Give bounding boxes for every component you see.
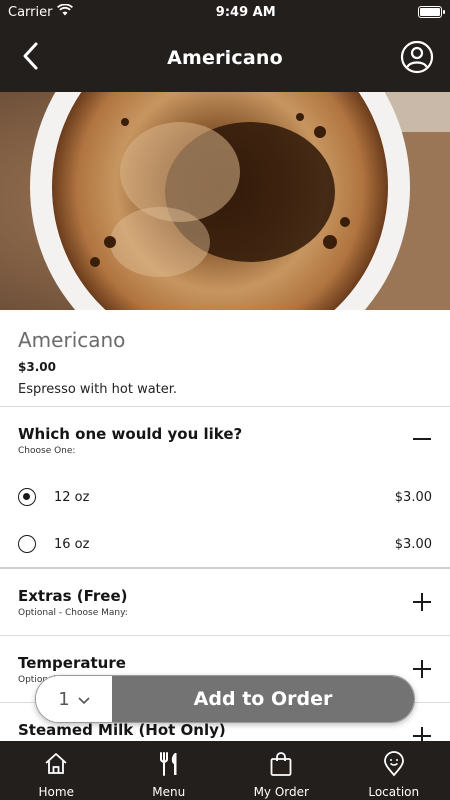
nav-bar: Americano bbox=[0, 24, 450, 92]
radio-unselected[interactable] bbox=[18, 535, 36, 553]
product-description: Espresso with hot water. bbox=[18, 382, 178, 397]
home-icon bbox=[43, 751, 69, 785]
option-price: $3.00 bbox=[394, 489, 432, 505]
size-section-title: Which one would you like? bbox=[18, 425, 243, 443]
plus-icon[interactable] bbox=[412, 592, 432, 612]
tab-my-order[interactable]: My Order bbox=[225, 741, 338, 800]
tab-label: Home bbox=[38, 785, 74, 799]
user-circle-icon[interactable] bbox=[400, 40, 434, 74]
quantity-value: 1 bbox=[58, 688, 70, 710]
product-name: Americano bbox=[18, 328, 126, 352]
order-bar: 1 Add to Order bbox=[35, 675, 415, 723]
tab-home[interactable]: Home bbox=[0, 741, 113, 800]
size-section-subtitle: Choose One: bbox=[18, 446, 76, 456]
option-label: 12 oz bbox=[54, 489, 90, 505]
radio-selected[interactable] bbox=[18, 488, 36, 506]
size-option-16oz[interactable]: 16 oz $3.00 bbox=[0, 529, 450, 559]
tab-location[interactable]: Location bbox=[338, 741, 450, 800]
add-to-order-button[interactable]: Add to Order bbox=[112, 676, 414, 722]
size-option-12oz[interactable]: 12 oz $3.00 bbox=[0, 482, 450, 512]
carrier-label: Carrier bbox=[8, 4, 53, 20]
status-bar: Carrier 9:49 AM bbox=[0, 0, 450, 24]
location-pin-icon bbox=[381, 751, 407, 785]
shopping-bag-icon bbox=[268, 751, 294, 785]
chevron-down-icon bbox=[78, 689, 90, 710]
extras-section-subtitle: Optional - Choose Many: bbox=[18, 608, 128, 618]
product-info: Americano $3.00 Espresso with hot water. bbox=[0, 310, 450, 407]
battery-icon bbox=[417, 6, 445, 18]
tab-label: Location bbox=[368, 785, 420, 799]
tab-bar: Home Menu My Order Location bbox=[0, 741, 450, 800]
option-label: 16 oz bbox=[54, 536, 90, 552]
option-price: $3.00 bbox=[394, 536, 432, 552]
extras-section[interactable]: Extras (Free) Optional - Choose Many: bbox=[0, 587, 450, 618]
size-section-header[interactable]: Which one would you like? Choose One: bbox=[0, 425, 450, 456]
status-time: 9:49 AM bbox=[215, 4, 276, 20]
size-section: Which one would you like? Choose One: bbox=[0, 425, 450, 456]
extras-section-title: Extras (Free) bbox=[18, 587, 128, 605]
steamed-milk-section[interactable]: Steamed Milk (Hot Only) bbox=[0, 721, 450, 745]
product-image bbox=[0, 92, 450, 310]
fork-knife-icon bbox=[156, 751, 182, 785]
product-price: $3.00 bbox=[18, 360, 56, 374]
tab-label: Menu bbox=[152, 785, 186, 799]
tab-menu[interactable]: Menu bbox=[113, 741, 226, 800]
tab-label: My Order bbox=[253, 785, 309, 799]
quantity-selector[interactable]: 1 bbox=[36, 676, 112, 722]
top-bar: Carrier 9:49 AM Americano bbox=[0, 0, 450, 92]
plus-icon[interactable] bbox=[412, 659, 432, 679]
section-divider bbox=[0, 567, 450, 569]
temperature-section-title: Temperature bbox=[18, 654, 126, 672]
steamed-milk-section-title: Steamed Milk (Hot Only) bbox=[18, 721, 226, 739]
section-divider bbox=[0, 635, 450, 636]
minus-icon[interactable] bbox=[412, 429, 432, 449]
chevron-left-icon[interactable] bbox=[16, 40, 48, 72]
wifi-icon bbox=[57, 3, 74, 20]
page-title: Americano bbox=[167, 47, 283, 69]
